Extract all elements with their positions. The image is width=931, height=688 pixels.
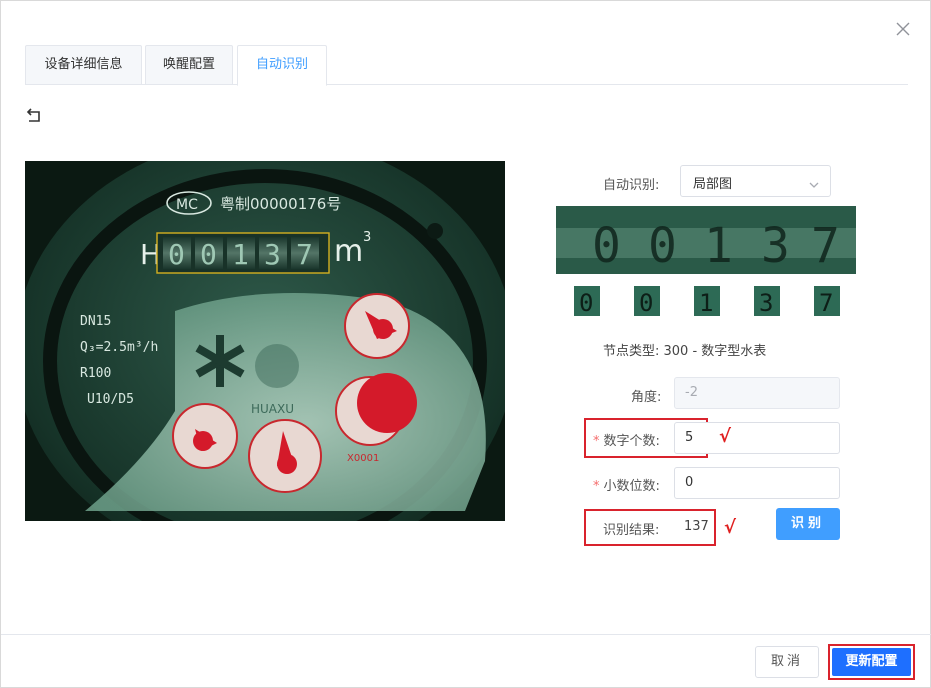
digit-tile-0: 0 <box>574 286 600 317</box>
svg-text:0: 0 <box>579 289 593 316</box>
crop-digit: 1 <box>704 218 733 274</box>
meter-maker: HUAXU <box>251 402 294 416</box>
cropped-digit-image: 0 0 1 3 7 <box>556 206 856 274</box>
decimal-value: 0 <box>685 475 694 490</box>
digit-tile-1: 0 <box>634 286 660 317</box>
angle-value: -2 <box>685 385 698 400</box>
angle-label: 角度: <box>631 390 662 405</box>
svg-text:3: 3 <box>759 289 773 316</box>
crop-digit: 3 <box>761 218 790 274</box>
meter-photo: MC 粤制00000176号 H 0 0 1 3 7 m 3 DN15 Q₃=2… <box>25 161 505 521</box>
chevron-down-icon <box>808 176 820 195</box>
decimal-field[interactable]: 0 <box>674 467 840 499</box>
footer-divider <box>1 634 931 635</box>
digit-tile-4: 7 <box>814 286 840 317</box>
digit-tile-2: 1 <box>694 286 720 317</box>
meter-digit: 0 <box>168 238 185 271</box>
auto-recognition-select[interactable]: 局部图 <box>680 165 831 197</box>
svg-text:0: 0 <box>639 289 653 316</box>
meter-digit: 1 <box>232 238 249 271</box>
meter-spec-line: U10/D5 <box>87 392 134 407</box>
tab-auto-recognition[interactable]: 自动识别 <box>237 45 327 86</box>
digit-count-field[interactable]: 5 <box>674 422 840 454</box>
crop-digit: 7 <box>811 218 840 274</box>
meter-dial-label: X0001 <box>347 453 379 464</box>
svg-text:1: 1 <box>699 289 713 316</box>
angle-field: -2 <box>674 377 840 409</box>
tab-device-details[interactable]: 设备详细信息 <box>25 45 142 85</box>
cancel-button[interactable]: 取消 <box>755 646 819 678</box>
meter-spec-line: Q₃=2.5m³/h <box>80 340 158 355</box>
meter-spec-line: DN15 <box>80 314 111 329</box>
meter-digit: 3 <box>264 238 281 271</box>
node-type-text: 节点类型: 300 - 数字型水表 <box>603 344 767 359</box>
check-mark: √ <box>724 517 737 538</box>
crop-digit: 0 <box>648 218 677 274</box>
result-label: 识别结果: <box>603 523 660 538</box>
decimal-label: * 小数位数: <box>593 479 660 494</box>
check-mark: √ <box>719 426 732 447</box>
crop-digit: 0 <box>592 218 621 274</box>
meter-cert-text: 粤制00000176号 <box>220 195 341 213</box>
result-value: 137 <box>684 519 709 534</box>
update-config-button[interactable]: 更新配置 <box>832 648 911 676</box>
meter-unit-sup: 3 <box>363 230 371 245</box>
meter-unit: m <box>334 234 363 269</box>
recognize-button[interactable]: 识别 <box>776 508 840 540</box>
digit-count-value: 5 <box>685 430 694 445</box>
auto-recognition-dialog: 设备详细信息 唤醒配置 自动识别 MC 粤制00000176号 H 0 0 1 … <box>0 0 931 688</box>
svg-text:7: 7 <box>819 289 833 316</box>
meter-brand-text: MC <box>176 197 198 213</box>
digit-tile-3: 3 <box>754 286 780 317</box>
return-icon[interactable] <box>26 107 44 125</box>
tab-wake-config[interactable]: 唤醒配置 <box>145 45 233 85</box>
digit-count-label: * 数字个数: <box>593 434 660 449</box>
highlight-update: 更新配置 <box>828 644 915 680</box>
tab-bar: 设备详细信息 唤醒配置 自动识别 <box>25 45 908 86</box>
meter-digit: 0 <box>200 238 217 271</box>
auto-recognition-label: 自动识别: <box>603 178 660 193</box>
meter-spec-line: R100 <box>80 366 111 381</box>
auto-recognition-value: 局部图 <box>693 177 733 192</box>
meter-digit: 7 <box>296 238 313 271</box>
close-icon[interactable] <box>894 20 912 38</box>
